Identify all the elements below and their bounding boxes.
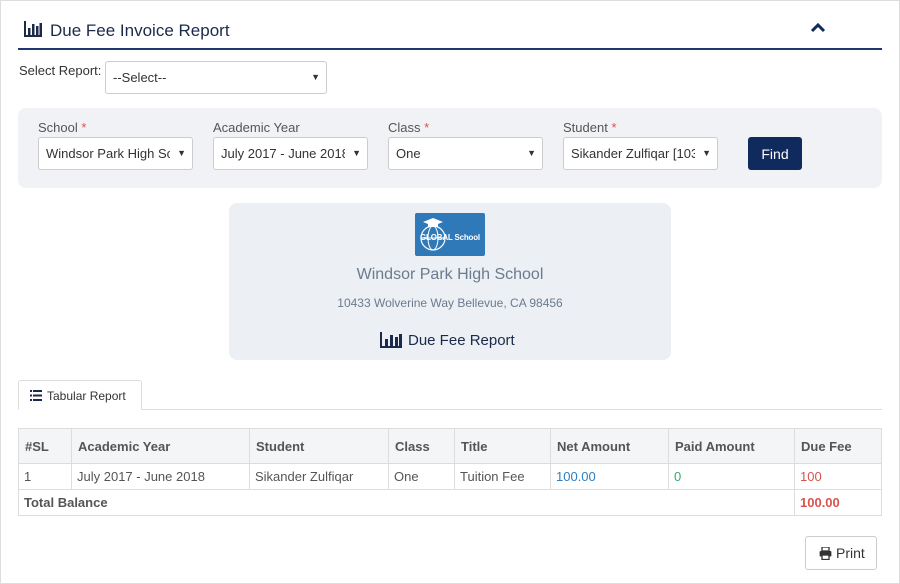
- cell-class: One: [388, 463, 455, 490]
- academic-year-select[interactable]: July 2017 - June 2018 ▼: [213, 137, 368, 170]
- logo-text: GLOBAL School: [420, 233, 480, 242]
- column-header-title: Title: [454, 428, 551, 464]
- select-report-dropdown[interactable]: --Select-- ▼: [105, 61, 327, 94]
- cell-title: Tuition Fee: [454, 463, 551, 490]
- school-name: Windsor Park High School: [356, 266, 544, 283]
- column-header-net-amount: Net Amount: [550, 428, 669, 464]
- cell-student: Sikander Zulfiqar: [249, 463, 389, 490]
- report-header: Due Fee Invoice Report: [18, 12, 882, 50]
- caret-down-icon: ▼: [177, 148, 186, 158]
- chevron-up-icon[interactable]: [808, 20, 828, 36]
- table-header-row: #SL Academic Year Student Class Title Ne…: [18, 428, 882, 464]
- column-header-student: Student: [249, 428, 389, 464]
- academic-year-value: July 2017 - June 2018: [221, 146, 345, 161]
- school-address: 10433 Wolverine Way Bellevue, CA 98456: [337, 296, 563, 310]
- select-report-value: --Select--: [113, 70, 167, 85]
- table-row: 1 July 2017 - June 2018 Sikander Zulfiqa…: [18, 463, 882, 490]
- caret-down-icon: ▼: [311, 72, 320, 82]
- cell-sl: 1: [18, 463, 72, 490]
- print-button[interactable]: Print: [805, 536, 877, 570]
- student-select-value: Sikander Zulfiqar [103]: [571, 146, 695, 161]
- tab-tabular-report[interactable]: Tabular Report: [18, 380, 142, 410]
- list-icon: [30, 390, 42, 401]
- print-icon: [819, 547, 832, 560]
- column-header-due-fee: Due Fee: [794, 428, 882, 464]
- filter-panel: School * Windsor Park High Scho ▼ Academ…: [18, 108, 882, 188]
- class-select[interactable]: One ▼: [388, 137, 543, 170]
- student-select[interactable]: Sikander Zulfiqar [103] ▼: [563, 137, 718, 170]
- student-label: Student *: [563, 120, 617, 135]
- cell-due-fee: 100: [794, 463, 882, 490]
- column-header-sl: #SL: [18, 428, 72, 464]
- school-card: GLOBAL School Windsor Park High School 1…: [229, 203, 671, 360]
- school-label: School *: [38, 120, 87, 135]
- find-button[interactable]: Find: [748, 137, 802, 170]
- caret-down-icon: ▼: [702, 148, 711, 158]
- cell-paid-amount: 0: [668, 463, 795, 490]
- cell-academic-year: July 2017 - June 2018: [71, 463, 250, 490]
- school-select-value: Windsor Park High Scho: [46, 146, 170, 161]
- total-balance-label: Total Balance: [18, 489, 795, 516]
- total-balance-value: 100.00: [794, 489, 882, 516]
- caret-down-icon: ▼: [352, 148, 361, 158]
- caret-down-icon: ▼: [527, 148, 536, 158]
- school-logo: GLOBAL School: [415, 213, 485, 256]
- print-label: Print: [836, 545, 865, 561]
- select-report-label: Select Report:: [19, 63, 102, 78]
- total-row: Total Balance 100.00: [18, 489, 882, 516]
- bar-chart-icon: [380, 332, 402, 348]
- page-title: Due Fee Invoice Report: [50, 21, 230, 40]
- column-header-paid-amount: Paid Amount: [668, 428, 795, 464]
- column-header-academic-year: Academic Year: [71, 428, 250, 464]
- due-fee-table: #SL Academic Year Student Class Title Ne…: [18, 428, 882, 516]
- report-tabs: Tabular Report: [18, 380, 882, 410]
- class-label: Class *: [388, 120, 430, 135]
- school-select[interactable]: Windsor Park High Scho ▼: [38, 137, 193, 170]
- column-header-class: Class: [388, 428, 455, 464]
- academic-year-label: Academic Year: [213, 120, 300, 135]
- tab-label: Tabular Report: [47, 389, 126, 403]
- bar-chart-icon: [24, 21, 42, 37]
- report-title: Due Fee Report: [408, 332, 515, 349]
- cell-net-amount: 100.00: [550, 463, 669, 490]
- class-select-value: One: [396, 146, 421, 161]
